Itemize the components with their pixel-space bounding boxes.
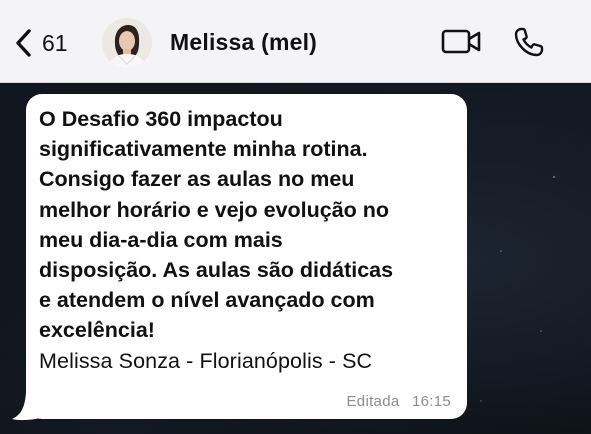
avatar[interactable] [102,18,152,68]
background-sparkle [480,400,482,402]
message-line: melhor horário e vejo evolução no [39,197,390,222]
phone-icon [512,27,546,63]
message-line: significativamente minha rotina. [39,137,368,162]
message-meta: Editada 16:15 [347,393,452,410]
message-line: Consigo fazer as aulas no meu [39,167,355,192]
edited-label: Editada [346,393,400,410]
background-sparkle [540,330,542,332]
message-line: meu dia-a-dia com mais [39,227,283,252]
message-time: 16:15 [411,393,451,410]
message-text: O Desafio 360 impactou significativament… [39,104,459,376]
message-signature: Melissa Sonza - Florianópolis - SC [39,348,373,373]
message-line: excelência! [39,318,155,343]
unread-count: 61 [42,29,68,56]
message-line: e atendem o nível avançado com [39,288,375,313]
voice-call-button[interactable] [512,25,546,59]
contact-name[interactable]: Melissa (mel) [170,29,317,56]
back-button[interactable]: 61 [14,26,68,60]
message-line: O Desafio 360 impactou [39,107,283,131]
chevron-left-icon [14,28,32,58]
background-sparkle [500,250,502,252]
video-call-button[interactable] [441,27,483,57]
chat-header: 61 Melissa (mel) [0,0,591,83]
video-camera-icon [441,29,483,61]
chat-screen: 61 Melissa (mel) O Desafio 360 impactou … [0,0,591,434]
background-sparkle [553,176,555,178]
message-bubble[interactable]: O Desafio 360 impactou significativament… [26,94,467,419]
message-line: disposição. As aulas são didáticas [39,258,394,283]
